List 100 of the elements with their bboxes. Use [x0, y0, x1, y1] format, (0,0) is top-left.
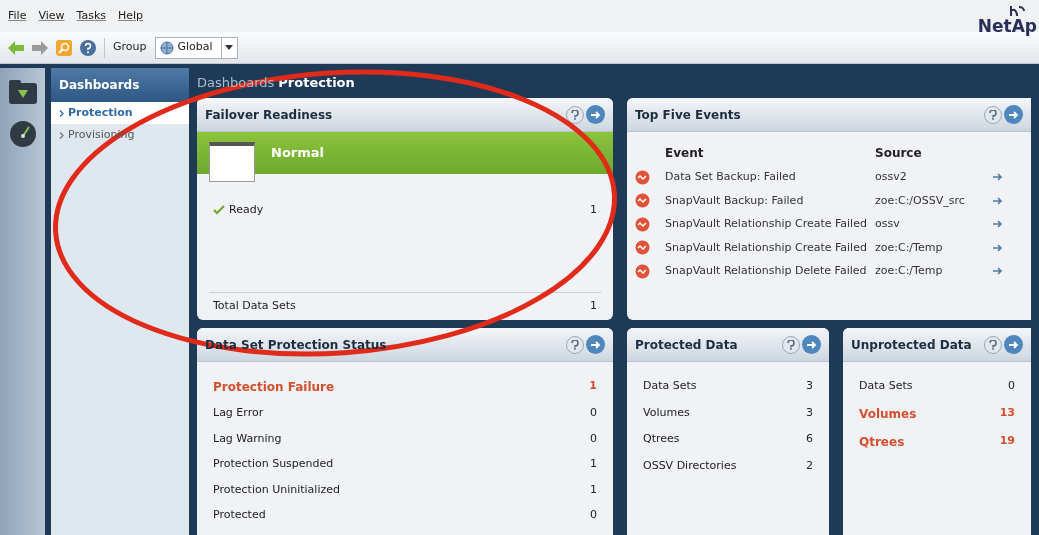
row-label: Qtrees: [859, 433, 905, 451]
logo-text: NetAp: [977, 18, 1037, 35]
event-cell-text: SnapVault Backup: Failed: [665, 192, 805, 209]
nav-item[interactable]: Protection: [51, 102, 189, 124]
panel-title: Protected Data: [635, 336, 738, 354]
event-cell-text: SnapVault Relationship Create Failed: [665, 216, 868, 232]
go-button[interactable]: [1004, 105, 1023, 124]
arrow-right-icon[interactable]: [993, 173, 1003, 182]
row-label: Lag Warning: [213, 430, 282, 447]
help-button[interactable]: [782, 335, 800, 354]
logo-mark-icon: [1009, 4, 1025, 18]
help-icon: [571, 109, 579, 120]
error-icon: [635, 240, 650, 256]
help-button[interactable]: [566, 335, 584, 354]
source-cell-text: zoe:C:/Temp: [875, 239, 944, 256]
source-cell-text: zoe:C:/Temp: [875, 263, 944, 279]
total-label: Total Data Sets: [213, 298, 296, 315]
help-icon: [989, 109, 997, 120]
column-header: Event: [665, 145, 705, 162]
status-text: Normal: [271, 144, 324, 163]
gauge-icon[interactable]: [8, 120, 37, 148]
window-icon: [209, 142, 255, 182]
row-value: 3: [806, 404, 813, 421]
row-label: Volumes: [643, 404, 690, 421]
menu-item[interactable]: File: [8, 7, 27, 25]
row-label: Volumes: [859, 405, 917, 423]
column-header: Source: [875, 145, 923, 162]
search-icon[interactable]: [56, 39, 72, 56]
forward-arrow-icon[interactable]: [32, 40, 48, 55]
error-icon: [635, 216, 650, 232]
source-cell-text: ossv2: [875, 169, 908, 185]
arrow-right-icon: [590, 110, 601, 119]
help-button[interactable]: [984, 335, 1002, 354]
source-cell-text: ossv: [875, 216, 901, 232]
row-value: 1: [590, 202, 597, 218]
panel-title: Failover Readiness: [205, 106, 333, 124]
go-button[interactable]: [802, 335, 821, 354]
go-button[interactable]: [1004, 335, 1023, 354]
row-value: 1: [589, 378, 597, 394]
row-label: Lag Error: [213, 405, 264, 421]
menu-item[interactable]: Help: [118, 7, 144, 25]
menu-item[interactable]: Tasks: [76, 7, 106, 25]
arrow-right-icon: [806, 340, 817, 349]
event-cell-text: Data Set Backup: Failed: [665, 169, 797, 185]
arrow-right-icon[interactable]: [993, 267, 1003, 276]
panel-title: Unprotected Data: [851, 336, 972, 354]
folder-icon[interactable]: [8, 80, 37, 104]
nav-title: Dashboards: [59, 77, 140, 94]
row-label: Protection Failure: [213, 379, 335, 396]
row-label: OSSV Directories: [643, 457, 737, 474]
row-label: Qtrees: [643, 431, 680, 447]
row-value: 2: [806, 457, 813, 474]
help-icon: [571, 339, 579, 350]
globe-icon: [159, 40, 174, 55]
error-icon: [635, 169, 650, 185]
event-cell-text: SnapVault Relationship Delete Failed: [665, 263, 868, 279]
arrow-right-icon: [1008, 110, 1019, 119]
error-icon: [635, 263, 650, 279]
row-value: 1: [590, 481, 597, 498]
row-value: 3: [806, 378, 813, 394]
help-button[interactable]: [566, 105, 584, 124]
group-dropdown[interactable]: Global: [154, 36, 238, 59]
help-icon: [787, 339, 795, 350]
group-value: Global: [177, 39, 214, 56]
row-value: 0: [1008, 378, 1015, 394]
total-value: 1: [590, 298, 597, 315]
arrow-right-icon[interactable]: [993, 243, 1003, 252]
go-button[interactable]: [586, 335, 605, 354]
caret-icon: [225, 45, 234, 50]
error-icon: [635, 193, 650, 209]
help-icon: [989, 339, 997, 350]
panel-title: Top Five Events: [635, 106, 741, 124]
back-arrow-icon[interactable]: [8, 40, 24, 55]
row-value: 6: [806, 431, 813, 447]
go-button[interactable]: [586, 105, 605, 124]
breadcrumb-page: Protection: [278, 74, 355, 93]
row-label: Protection Uninitialized: [213, 481, 340, 498]
group-label: Group: [113, 39, 147, 56]
chevron-right-icon: [59, 131, 64, 139]
chevron-right-icon: [59, 109, 64, 117]
row-value: 13: [999, 404, 1015, 421]
row-value: 0: [590, 405, 597, 421]
arrow-right-icon: [590, 340, 601, 349]
row-label: Protected: [213, 507, 266, 523]
help-icon[interactable]: [80, 39, 96, 56]
row-label: Data Sets: [859, 378, 913, 394]
menu-item[interactable]: View: [38, 7, 65, 25]
row-value: 0: [590, 507, 597, 523]
arrow-right-icon[interactable]: [993, 220, 1003, 229]
help-button[interactable]: [984, 105, 1002, 124]
row-label: Protection Suspended: [213, 456, 334, 472]
row-label: Ready: [229, 202, 264, 218]
row-value: 19: [999, 432, 1015, 449]
event-cell-text: SnapVault Relationship Create Failed: [665, 239, 868, 256]
row-value: 1: [590, 456, 597, 472]
arrow-right-icon[interactable]: [993, 196, 1003, 205]
checkmark-icon: [213, 205, 225, 216]
arrow-right-icon: [1008, 340, 1019, 349]
row-value: 0: [590, 430, 597, 447]
source-cell-text: zoe:C:/OSSV_src: [875, 192, 966, 209]
